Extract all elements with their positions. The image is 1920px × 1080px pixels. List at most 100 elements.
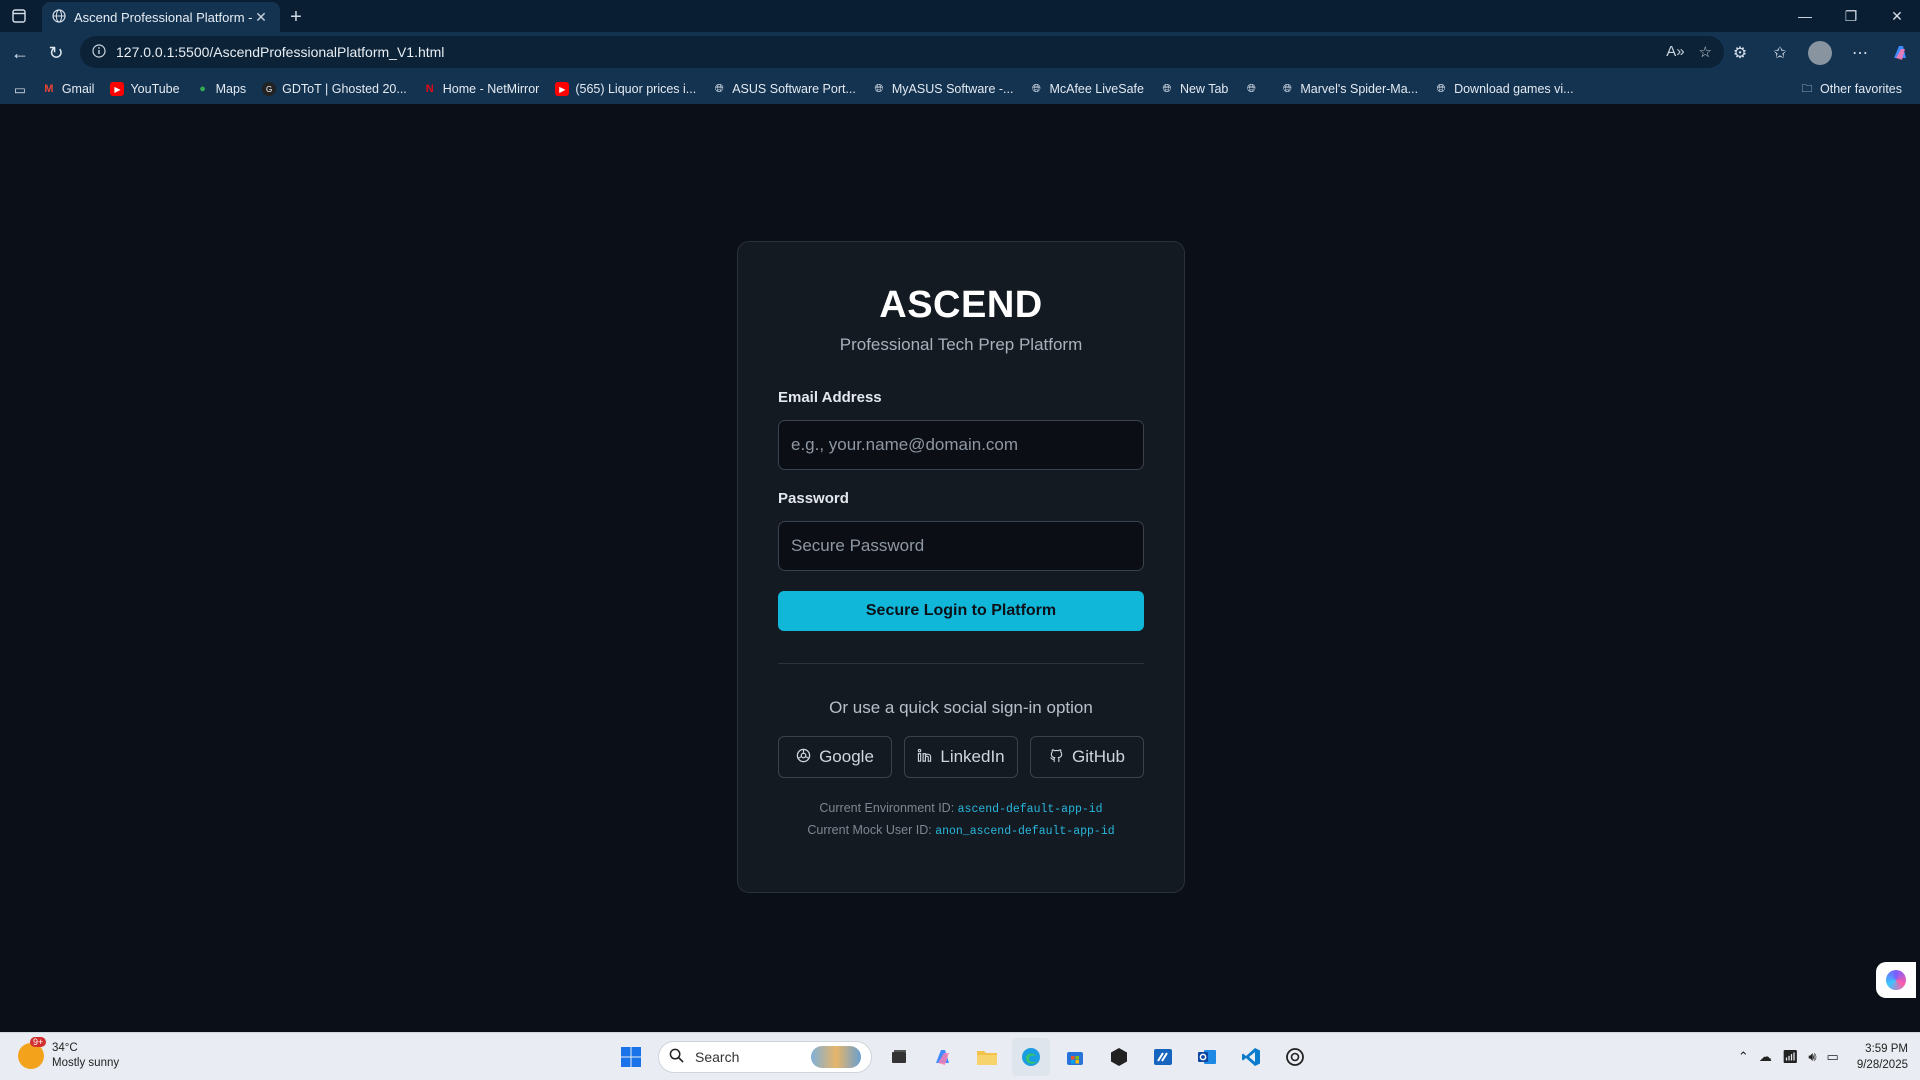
brand-subtitle: Professional Tech Prep Platform: [839, 335, 1083, 354]
social-signin-text: Or use a quick social sign-in option: [829, 698, 1093, 717]
globe-icon: 🌐︎: [1282, 82, 1292, 95]
environment-id: ascend-default-app-id: [957, 803, 1103, 816]
globe-icon: 🌐︎: [1246, 82, 1256, 95]
bookmark-untitled[interactable]: 🌐︎: [1236, 76, 1272, 102]
taskbar-apps: Search: [612, 1038, 1314, 1076]
floating-assistant-button[interactable]: [1876, 962, 1916, 998]
notification-badge: 9+: [30, 1037, 47, 1047]
globe-icon: 🌐︎: [874, 82, 884, 95]
address-bar[interactable]: 127.0.0.1:5500/AscendProfessionalPlatfor…: [80, 36, 1724, 68]
favorite-star-icon[interactable]: ☆: [1699, 43, 1712, 61]
bookmarks-bar: ▭ M Gmail ▶ YouTube ● Maps G GDToT | Ghosted…: [0, 74, 1920, 104]
weather-desc: Mostly sunny: [52, 1057, 120, 1069]
more-menu-icon[interactable]: ⋯: [1840, 32, 1880, 74]
netflix-icon: N: [425, 83, 434, 95]
github-icon: [1049, 748, 1064, 766]
outlook-icon[interactable]: [1188, 1038, 1226, 1076]
globe-icon: 🌐︎: [1436, 82, 1446, 95]
search-highlight-image: [811, 1046, 861, 1068]
weather-temp: 34°C: [52, 1042, 78, 1054]
close-window-icon[interactable]: ✕: [1874, 0, 1920, 32]
reading-list-icon[interactable]: ▭: [6, 76, 34, 102]
refresh-icon[interactable]: ↻: [38, 35, 74, 71]
tab-actions-icon[interactable]: [0, 0, 38, 32]
copilot-icon[interactable]: [1880, 32, 1920, 74]
globe-icon: 🌐︎: [1032, 82, 1041, 95]
bookmark-liquor[interactable]: ▶ (565) Liquor prices i...: [547, 76, 704, 102]
social-buttons: Google LinkedIn GitHub: [778, 736, 1144, 778]
bookmark-gdtot[interactable]: G GDToT | Ghosted 20...: [254, 76, 415, 102]
google-signin-button[interactable]: Google: [778, 736, 892, 778]
linkedin-icon: [917, 748, 932, 766]
gdtot-icon: G: [262, 82, 277, 96]
extensions-icon[interactable]: ⚙: [1720, 32, 1760, 74]
browser-toolbar: ← ↻ 127.0.0.1:5500/AscendProfessionalPla…: [0, 32, 1920, 74]
bookmark-gmail[interactable]: M Gmail: [34, 76, 103, 102]
bookmark-maps[interactable]: ● Maps: [188, 76, 255, 102]
password-label: Password: [778, 490, 849, 507]
email-field[interactable]: [778, 420, 1144, 470]
bookmark-myasus[interactable]: 🌐︎ MyASUS Software -...: [864, 76, 1022, 102]
user-id: anon_ascend-default-app-id: [935, 825, 1115, 838]
task-view-icon[interactable]: [880, 1038, 918, 1076]
weather-widget[interactable]: 9+ 34°C Mostly sunny: [18, 1037, 120, 1071]
url-text[interactable]: 127.0.0.1:5500/AscendProfessionalPlatfor…: [116, 44, 1666, 60]
password-field[interactable]: [778, 521, 1144, 571]
chevron-up-icon[interactable]: ⌃: [1738, 1049, 1749, 1065]
battery-icon[interactable]: ▭: [1827, 1049, 1839, 1065]
sun-icon: 9+: [18, 1037, 47, 1069]
vscode-icon[interactable]: [1232, 1038, 1270, 1076]
login-card: ASCEND Professional Tech Prep Platform E…: [737, 241, 1185, 893]
bookmark-spiderman[interactable]: 🌐︎ Marvel's Spider-Ma...: [1272, 76, 1426, 102]
clock[interactable]: 3:59 PM 9/28/2025: [1857, 1041, 1908, 1073]
divider: [778, 663, 1144, 664]
minimize-icon[interactable]: —: [1782, 0, 1828, 32]
login-button[interactable]: Secure Login to Platform: [778, 591, 1144, 631]
onedrive-icon[interactable]: ☁: [1759, 1049, 1772, 1065]
youtube-icon: ▶: [110, 82, 125, 96]
file-explorer-icon[interactable]: [968, 1038, 1006, 1076]
chatgpt-icon[interactable]: [1276, 1038, 1314, 1076]
brand-logo-text: ASCEND: [879, 284, 1043, 326]
tab-title: Ascend Professional Platform - Cl: [74, 9, 252, 25]
bookmark-asus-software[interactable]: 🌐︎ ASUS Software Port...: [704, 76, 864, 102]
bookmark-youtube[interactable]: ▶ YouTube: [102, 76, 187, 102]
environment-info: Current Environment ID: ascend-default-a…: [778, 798, 1144, 842]
clock-time: 3:59 PM: [1865, 1043, 1908, 1055]
globe-icon: 🌐︎: [1162, 82, 1172, 95]
volume-icon[interactable]: 🔊︎: [1808, 1049, 1816, 1065]
bookmark-mcafee[interactable]: 🌐︎ McAfee LiveSafe: [1021, 76, 1152, 102]
restore-icon[interactable]: ❐: [1828, 0, 1874, 32]
back-icon[interactable]: ←: [2, 35, 38, 71]
github-signin-button[interactable]: GitHub: [1030, 736, 1144, 778]
edge-icon[interactable]: [1012, 1038, 1050, 1076]
profile-avatar[interactable]: [1800, 32, 1840, 74]
close-icon[interactable]: ✕: [252, 9, 270, 26]
arduino-app-icon[interactable]: [1144, 1038, 1182, 1076]
read-aloud-icon[interactable]: A»: [1666, 43, 1684, 61]
system-tray: ⌃ ☁ 📶︎ 🔊︎ ▭ 3:59 PM 9/28/2025: [1738, 1033, 1908, 1080]
new-tab-button[interactable]: +: [280, 2, 312, 32]
wifi-icon[interactable]: 📶︎: [1782, 1049, 1799, 1065]
taskbar-search[interactable]: Search: [658, 1041, 872, 1073]
maps-pin-icon: ●: [199, 83, 206, 95]
site-info-icon[interactable]: [92, 43, 106, 61]
other-favorites[interactable]: 🗀︎ Other favorites: [1792, 76, 1910, 102]
windows-taskbar: 9+ 34°C Mostly sunny Search ⌃ ☁ 📶︎ 🔊︎ ▭ …: [0, 1032, 1920, 1080]
browser-tab[interactable]: Ascend Professional Platform - Cl ✕: [42, 2, 280, 32]
bookmark-download-games[interactable]: 🌐︎ Download games vi...: [1426, 76, 1582, 102]
favorites-icon[interactable]: ✩: [1760, 32, 1800, 74]
assistant-icon: [1886, 970, 1906, 990]
browser-titlebar: Ascend Professional Platform - Cl ✕ + — …: [0, 0, 1920, 32]
unity-hub-icon[interactable]: [1100, 1038, 1138, 1076]
microsoft-store-icon[interactable]: [1056, 1038, 1094, 1076]
windows-start-icon[interactable]: [612, 1038, 650, 1076]
environment-id-line: Current Environment ID: ascend-default-a…: [819, 801, 1103, 816]
folder-icon: 🗀︎: [1801, 82, 1813, 95]
bookmark-new-tab[interactable]: 🌐︎ New Tab: [1152, 76, 1236, 102]
copilot-icon[interactable]: [924, 1038, 962, 1076]
search-placeholder: Search: [695, 1049, 740, 1065]
linkedin-signin-button[interactable]: LinkedIn: [904, 736, 1018, 778]
toolbar-right-tools: ⚙ ✩ ⋯: [1720, 32, 1920, 74]
bookmark-netmirror[interactable]: N Home - NetMirror: [415, 76, 548, 102]
